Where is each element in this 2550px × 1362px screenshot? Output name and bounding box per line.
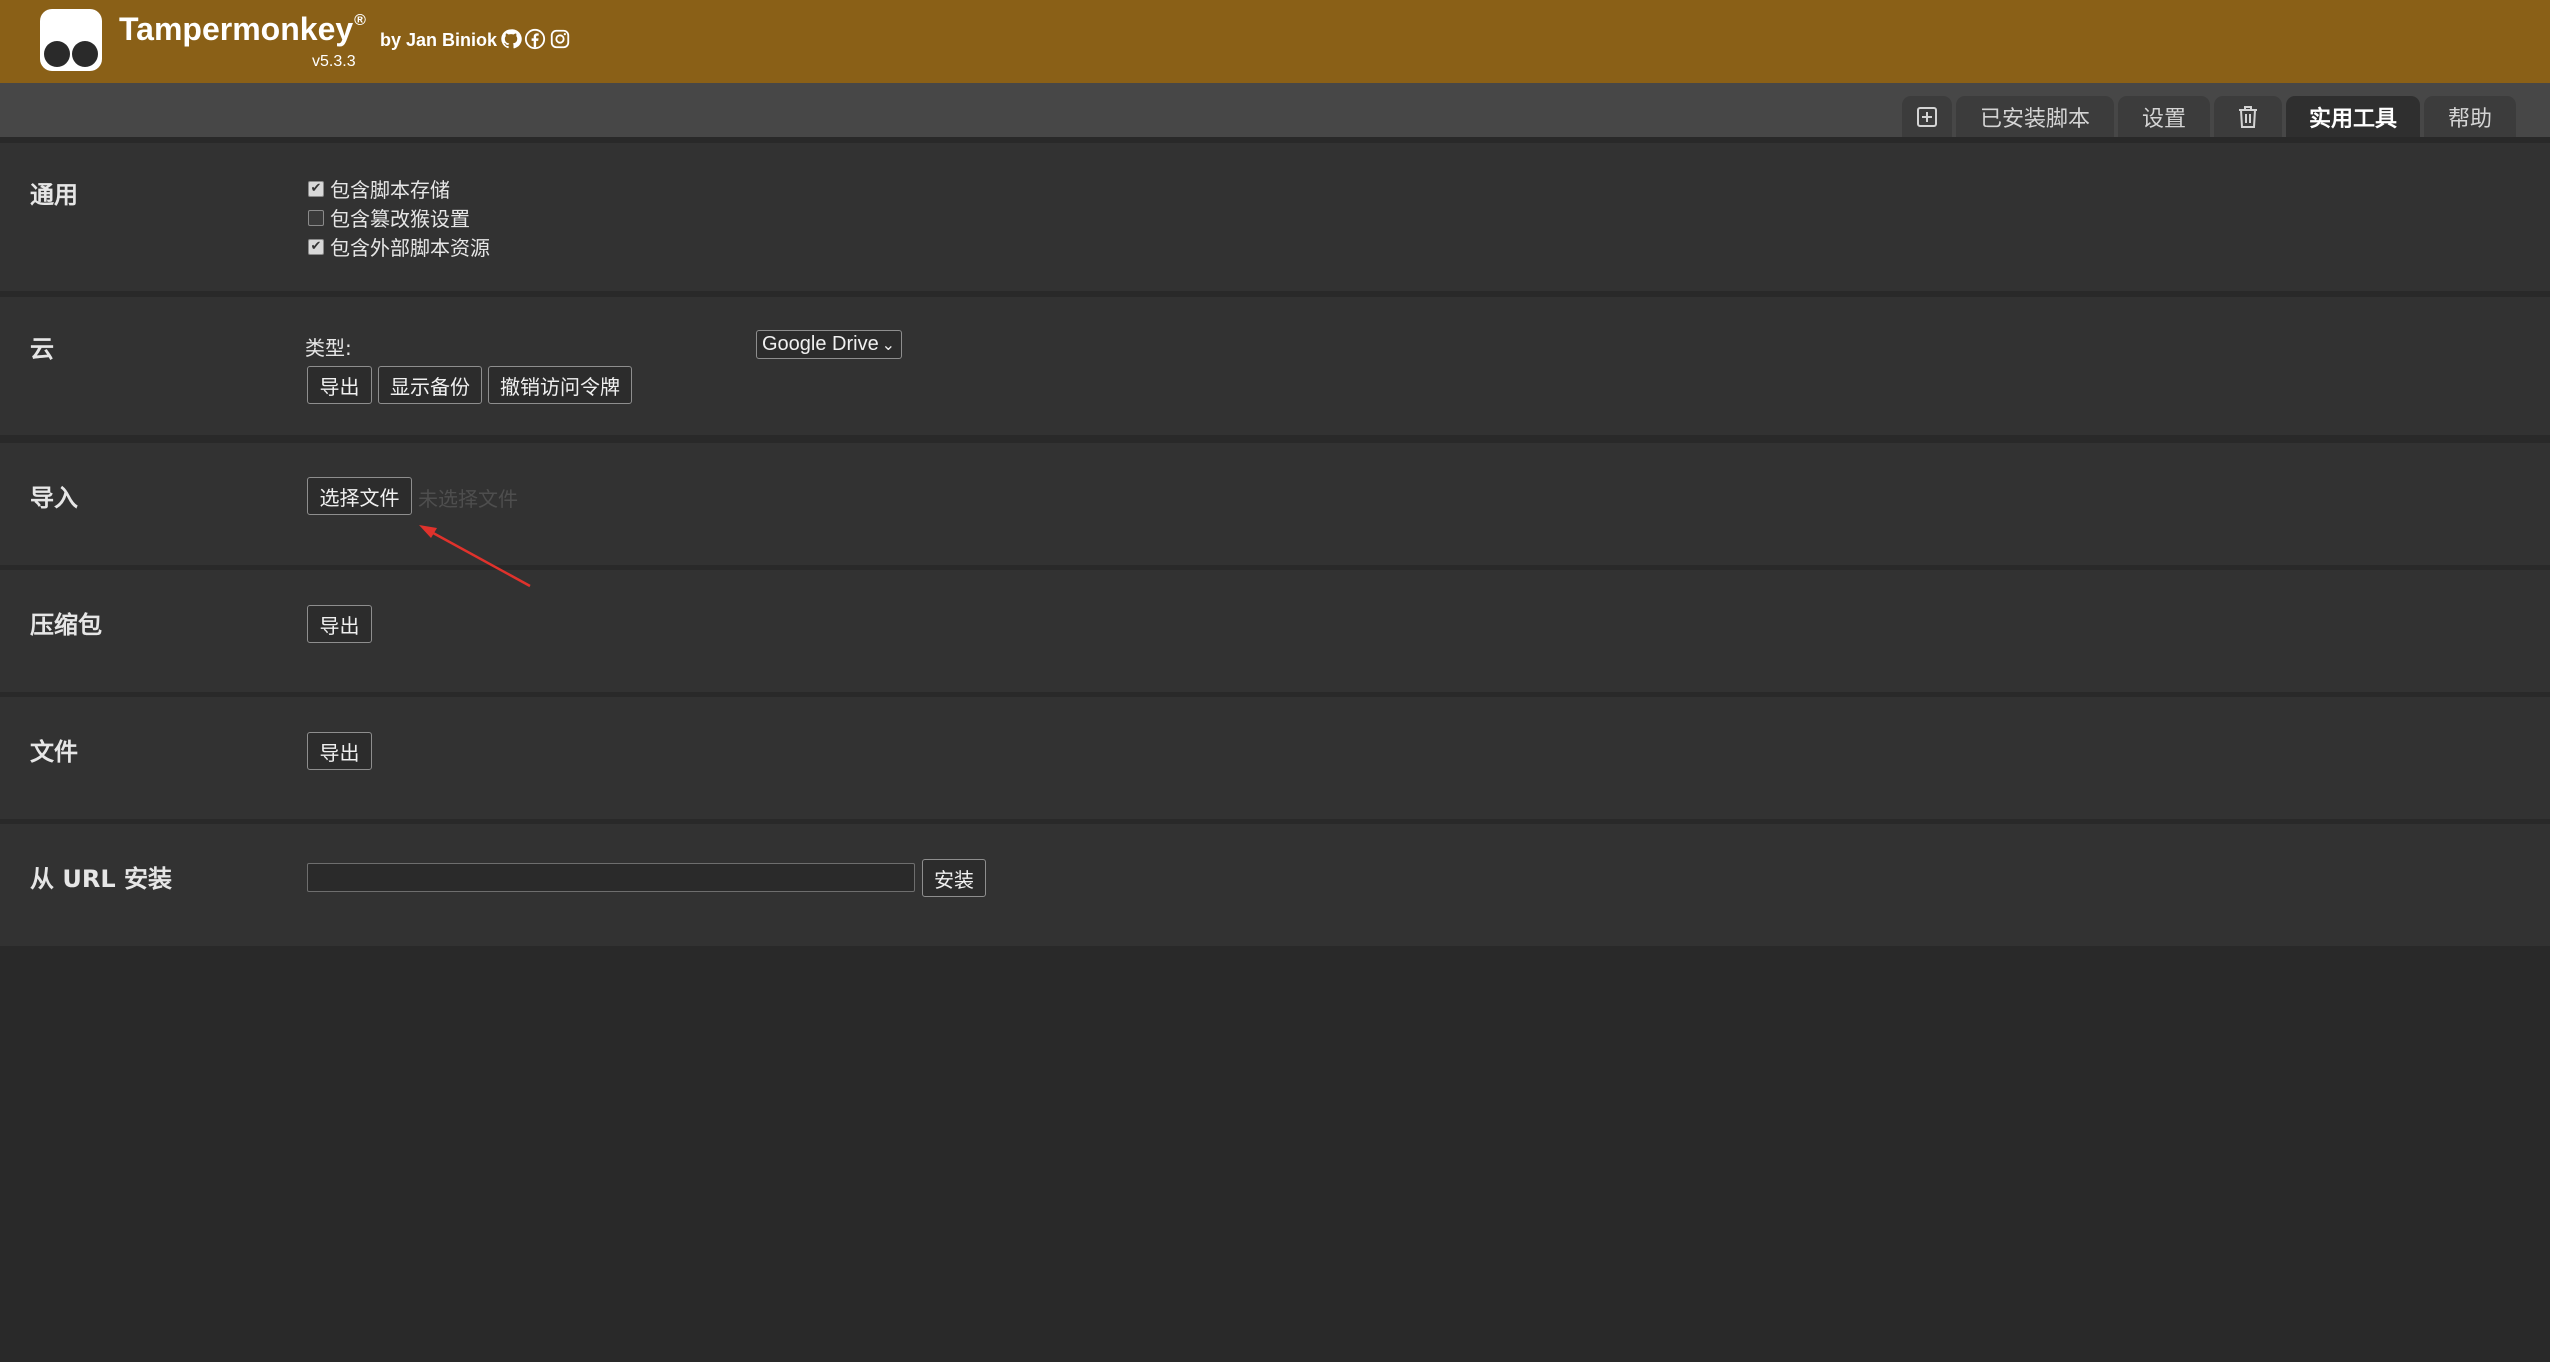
new-script-icon (1917, 106, 1937, 127)
version-label: v5.3.3 (312, 53, 356, 70)
section-title-general: 通用 (30, 181, 78, 209)
section-zip: 压缩包 (0, 570, 2550, 692)
tab-help[interactable]: 帮助 (2424, 96, 2516, 137)
section-title-zip: 压缩包 (30, 611, 102, 639)
checkbox-checked-icon[interactable]: ✔ (308, 238, 324, 255)
facebook-icon[interactable] (524, 28, 546, 50)
tab-utilities[interactable]: 实用工具 (2286, 96, 2420, 137)
choose-file-button[interactable]: 选择文件 (307, 477, 412, 515)
tab-installed-scripts[interactable]: 已安装脚本 (1956, 96, 2114, 137)
option-label: 包含篡改猴设置 (330, 207, 470, 231)
option-include-external-resources[interactable]: ✔ 包含外部脚本资源 (308, 232, 490, 261)
install-button[interactable]: 安装 (922, 859, 986, 897)
option-label: 包含脚本存储 (330, 178, 450, 202)
tab-new-script[interactable] (1902, 96, 1952, 137)
section-title-install-url: 从 URL 安装 (30, 865, 172, 893)
tampermonkey-logo (40, 9, 102, 71)
no-file-chosen-text: 未选择文件 (418, 487, 518, 511)
cloud-type-select[interactable]: Google Drive ⌄ (756, 330, 902, 359)
checkbox-unchecked-icon[interactable] (308, 209, 324, 226)
checkbox-checked-icon[interactable]: ✔ (308, 180, 324, 197)
section-title-cloud: 云 (30, 335, 54, 363)
install-url-input[interactable] (307, 863, 915, 892)
app-header: Tampermonkey® by Jan Biniok v5.3.3 (0, 0, 2550, 83)
option-label: 包含外部脚本资源 (330, 236, 490, 260)
cloud-type-label: 类型: (305, 336, 352, 360)
github-icon[interactable] (500, 28, 522, 50)
tab-bar: 已安装脚本 设置 实用工具 帮助 (0, 83, 2550, 137)
zip-export-button[interactable]: 导出 (307, 605, 372, 643)
trash-icon (2239, 105, 2257, 128)
section-title-file: 文件 (30, 738, 78, 766)
cloud-type-value: Google Drive (762, 333, 879, 355)
option-include-script-storage[interactable]: ✔ 包含脚本存储 (308, 174, 450, 203)
app-title: Tampermonkey® (119, 11, 366, 47)
tab-trash[interactable] (2214, 96, 2282, 137)
option-include-tm-settings[interactable]: 包含篡改猴设置 (308, 203, 470, 232)
show-backup-button[interactable]: 显示备份 (378, 366, 482, 404)
section-title-import: 导入 (30, 484, 78, 512)
revoke-token-button[interactable]: 撤销访问令牌 (488, 366, 632, 404)
file-export-button[interactable]: 导出 (307, 732, 372, 770)
chevron-down-icon: ⌄ (881, 337, 895, 354)
instagram-icon[interactable] (549, 28, 571, 50)
cloud-export-button[interactable]: 导出 (307, 366, 372, 404)
tab-settings[interactable]: 设置 (2118, 96, 2210, 137)
author-link[interactable]: by Jan Biniok (380, 30, 497, 51)
section-file: 文件 (0, 697, 2550, 819)
